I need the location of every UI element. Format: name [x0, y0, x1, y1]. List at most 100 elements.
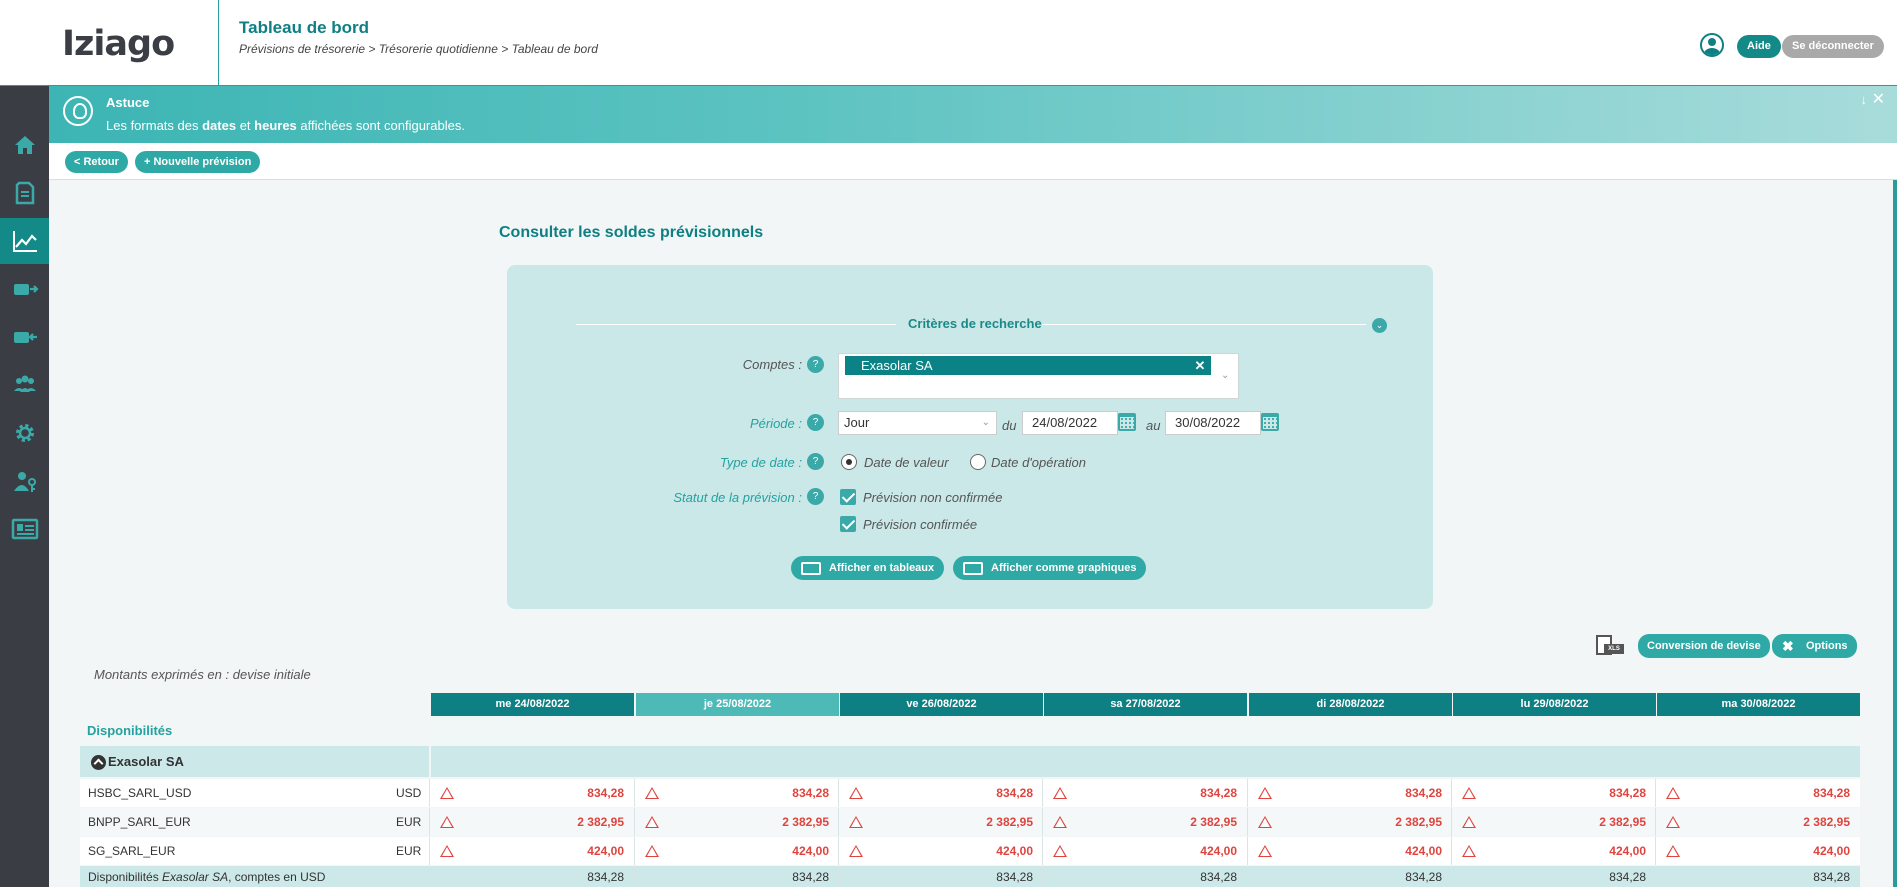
show-charts-button[interactable]: Afficher comme graphiques: [953, 556, 1147, 580]
period-help-icon[interactable]: ?: [807, 414, 824, 431]
warning-icon[interactable]: [645, 845, 659, 857]
show-tables-button[interactable]: Afficher en tableaux: [791, 556, 945, 580]
balance-cell[interactable]: 834,28: [913, 786, 1033, 800]
sidebar-item-home[interactable]: [0, 122, 49, 168]
warning-icon[interactable]: [1053, 816, 1067, 828]
warning-icon[interactable]: [1462, 845, 1476, 857]
calendar-from-icon[interactable]: [1118, 413, 1136, 431]
period-label: Période :: [749, 416, 802, 431]
cell-divider: [1042, 837, 1043, 865]
users-icon: [13, 375, 36, 392]
balance-cell[interactable]: 2 382,95: [1322, 815, 1442, 829]
sidebar-item-forecast[interactable]: [0, 218, 49, 264]
warning-icon[interactable]: [1258, 845, 1272, 857]
warning-icon[interactable]: [645, 816, 659, 828]
new-forecast-button[interactable]: + Nouvelle prévision: [135, 151, 261, 173]
help-button[interactable]: Aide: [1737, 35, 1781, 58]
balance-cell[interactable]: 2 382,95: [709, 815, 829, 829]
balance-cell[interactable]: 834,28: [1117, 786, 1237, 800]
balance-cell[interactable]: 2 382,95: [1117, 815, 1237, 829]
warning-icon[interactable]: [1053, 787, 1067, 799]
warning-icon[interactable]: [1258, 787, 1272, 799]
date-type-help-icon[interactable]: ?: [807, 453, 824, 470]
tip-close-icon[interactable]: ✕: [1872, 89, 1885, 109]
warning-icon[interactable]: [849, 816, 863, 828]
balance-cell[interactable]: 834,28: [1730, 786, 1850, 800]
cell-divider: [1247, 779, 1248, 807]
balance-cell[interactable]: 834,28: [1526, 786, 1646, 800]
sidebar-item-directory[interactable]: [0, 506, 49, 552]
criteria-collapse-chevron-icon[interactable]: ⌄: [1372, 318, 1387, 333]
scroll-strip[interactable]: [1893, 180, 1897, 887]
warning-icon[interactable]: [440, 816, 454, 828]
sidebar-item-documents[interactable]: [0, 170, 49, 216]
checkbox-confirmed[interactable]: [840, 516, 856, 532]
user-account-icon[interactable]: [1700, 33, 1724, 57]
criteria-divider-left: [576, 324, 896, 325]
date-from-input[interactable]: 24/08/2022: [1022, 411, 1118, 435]
section-title: Consulter les soldes prévisionnels: [499, 224, 764, 241]
account-currency: USD: [396, 786, 422, 800]
cell-divider: [838, 808, 839, 836]
accounts-help-icon[interactable]: ?: [807, 356, 824, 373]
xls-export-icon[interactable]: XLS: [1596, 635, 1624, 657]
column-header: me 24/08/2022: [431, 693, 634, 716]
warning-icon[interactable]: [849, 845, 863, 857]
warning-icon[interactable]: [1462, 787, 1476, 799]
iziago-logo[interactable]: Iziago: [62, 24, 175, 64]
warning-icon[interactable]: [1462, 816, 1476, 828]
balance-cell[interactable]: 424,00: [1526, 844, 1646, 858]
wallet-out-icon: [13, 284, 39, 295]
tip-collapse-arrow-icon[interactable]: ↓: [1861, 92, 1868, 107]
balance-cell[interactable]: 2 382,95: [913, 815, 1033, 829]
status-help-icon[interactable]: ?: [807, 488, 824, 505]
cell-divider: [838, 866, 839, 887]
balance-cell[interactable]: 424,00: [709, 844, 829, 858]
page-title: Tableau de bord: [239, 18, 370, 37]
checkbox-unconfirmed[interactable]: [840, 489, 856, 505]
warning-icon[interactable]: [645, 787, 659, 799]
collapse-group-icon[interactable]: [91, 755, 106, 770]
balance-cell[interactable]: 834,28: [1322, 786, 1442, 800]
period-select[interactable]: Jour ⌄: [838, 411, 997, 435]
options-button[interactable]: ✖ Options: [1772, 634, 1857, 658]
sidebar-item-outflows[interactable]: [0, 266, 49, 312]
warning-icon[interactable]: [440, 787, 454, 799]
warning-icon[interactable]: [440, 845, 454, 857]
table-icon: [801, 562, 821, 575]
balance-cell[interactable]: 424,00: [504, 844, 624, 858]
calendar-to-icon[interactable]: [1261, 413, 1279, 431]
cell-divider: [634, 866, 635, 887]
warning-icon[interactable]: [1258, 816, 1272, 828]
warning-icon[interactable]: [1666, 845, 1680, 857]
balance-cell[interactable]: 424,00: [1730, 844, 1850, 858]
radio-operation-date[interactable]: [970, 454, 986, 470]
balance-cell[interactable]: 2 382,95: [504, 815, 624, 829]
warning-icon[interactable]: [1666, 816, 1680, 828]
radio-value-date[interactable]: [841, 454, 857, 470]
account-name: SG_SARL_EUR: [88, 844, 176, 858]
remove-account-icon[interactable]: ✕: [1193, 356, 1207, 375]
accounts-chevron-down-icon[interactable]: ⌄: [1221, 370, 1229, 381]
balance-cell[interactable]: 834,28: [504, 786, 624, 800]
sidebar-item-users[interactable]: [0, 362, 49, 408]
sidebar-item-settings[interactable]: [0, 410, 49, 456]
warning-icon[interactable]: [1666, 787, 1680, 799]
balance-cell[interactable]: 424,00: [1322, 844, 1442, 858]
back-button[interactable]: < Retour: [65, 151, 128, 173]
cell-divider: [429, 866, 430, 887]
balance-cell[interactable]: 424,00: [913, 844, 1033, 858]
warning-icon[interactable]: [849, 787, 863, 799]
column-header: ma 30/08/2022: [1657, 693, 1860, 716]
balance-cell[interactable]: 834,28: [709, 786, 829, 800]
currency-conversion-button[interactable]: Conversion de devise: [1638, 634, 1770, 658]
balance-cell[interactable]: 2 382,95: [1730, 815, 1850, 829]
sidebar-item-inflows[interactable]: [0, 314, 49, 360]
date-from-label: du: [1002, 418, 1017, 433]
sidebar-item-access[interactable]: [0, 458, 49, 504]
date-to-input[interactable]: 30/08/2022: [1165, 411, 1261, 435]
balance-cell[interactable]: 424,00: [1117, 844, 1237, 858]
balance-cell[interactable]: 2 382,95: [1526, 815, 1646, 829]
logout-button[interactable]: Se déconnecter: [1782, 35, 1884, 58]
warning-icon[interactable]: [1053, 845, 1067, 857]
